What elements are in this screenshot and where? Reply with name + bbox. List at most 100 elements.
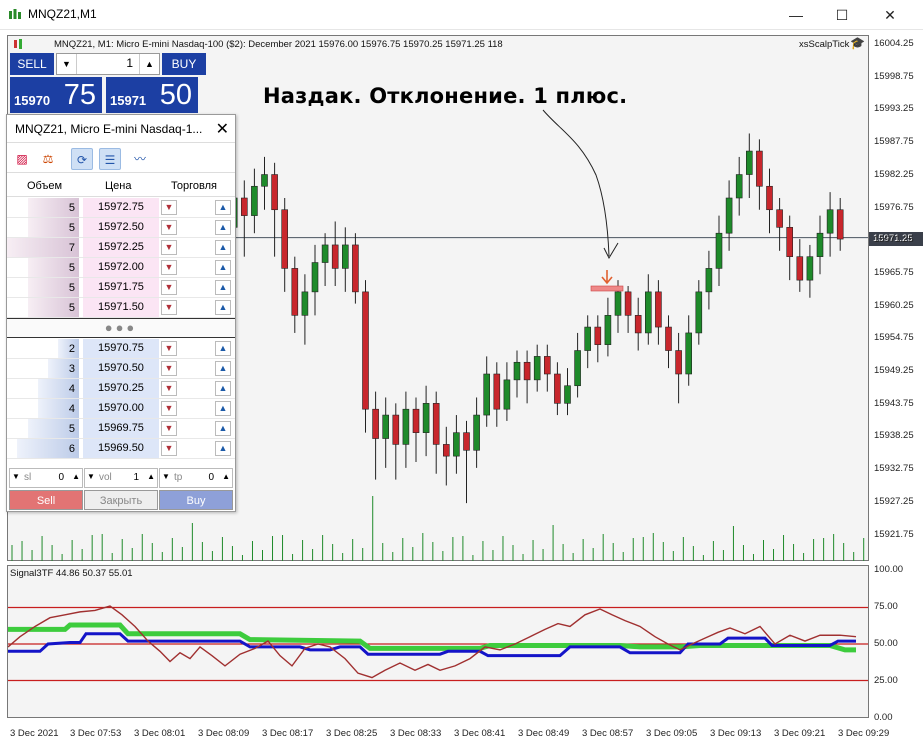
price-value: 15972.50: [83, 218, 159, 237]
chevron-down-icon[interactable]: ▼: [161, 260, 177, 275]
chevron-down-icon[interactable]: ▼: [161, 200, 177, 215]
chevron-up-icon[interactable]: ▲: [215, 240, 231, 255]
chevron-up-icon[interactable]: ▲: [215, 260, 231, 275]
time-axis-tick: 3 Dec 09:29: [838, 728, 890, 739]
chevron-down-icon[interactable]: ▼: [57, 54, 77, 74]
ask-row[interactable]: 5 15971.50 ▼ ▲: [7, 298, 235, 318]
chevron-up-icon[interactable]: ▲: [147, 472, 155, 481]
volume-value: 7: [68, 242, 75, 254]
chevron-up-icon[interactable]: ▲: [215, 280, 231, 295]
chevron-down-icon[interactable]: ▼: [161, 401, 177, 416]
candle-body: [513, 361, 521, 381]
depth-grid-icon[interactable]: ☰: [99, 148, 121, 170]
chevron-down-icon[interactable]: ▼: [161, 341, 177, 356]
candle-body: [604, 315, 612, 345]
chevron-up-icon[interactable]: ▲: [215, 341, 231, 356]
candle-body: [715, 232, 723, 269]
chevron-up-icon[interactable]: ▲: [72, 472, 80, 481]
chevron-up-icon[interactable]: ▲: [222, 472, 230, 481]
bid-row[interactable]: 6 15969.50 ▼ ▲: [7, 439, 235, 459]
chevron-down-icon[interactable]: ▼: [87, 472, 95, 481]
chevron-up-icon[interactable]: ▲: [139, 54, 159, 74]
chevron-down-icon[interactable]: ▼: [162, 472, 170, 481]
chevron-up-icon[interactable]: ▲: [215, 200, 231, 215]
vol-label: vol: [99, 472, 112, 483]
time-axis-tick: 3 Dec 09:21: [774, 728, 826, 739]
chevron-down-icon[interactable]: ▼: [161, 381, 177, 396]
chevron-up-icon[interactable]: ▲: [215, 361, 231, 376]
chevron-up-icon[interactable]: ▲: [215, 421, 231, 436]
bid-row[interactable]: 5 15969.75 ▼ ▲: [7, 419, 235, 439]
bid-row[interactable]: 4 15970.25 ▼ ▲: [7, 379, 235, 399]
chevron-up-icon[interactable]: ▲: [215, 300, 231, 315]
chevron-down-icon[interactable]: ▼: [161, 441, 177, 456]
tp-stepper[interactable]: ▼ tp 0 ▲: [159, 468, 233, 488]
price-axis-tick: 15993.25: [874, 103, 914, 115]
sell-top-button[interactable]: SELL: [10, 53, 54, 75]
signal-chart-icon[interactable]: 〰: [129, 148, 151, 170]
chart-annotation: Наздак. Отклонение. 1 плюс.: [263, 84, 628, 108]
ask-row[interactable]: 5 15972.75 ▼ ▲: [7, 198, 235, 218]
chevron-down-icon[interactable]: ▼: [161, 421, 177, 436]
candle-body: [533, 356, 541, 381]
candle-body: [614, 291, 622, 316]
tp-value[interactable]: 0: [208, 472, 214, 483]
chevron-down-icon[interactable]: ▼: [161, 240, 177, 255]
chevron-down-icon[interactable]: ▼: [161, 300, 177, 315]
ask-row[interactable]: 7 15972.25 ▼ ▲: [7, 238, 235, 258]
chart-view-icon[interactable]: ▨: [11, 148, 33, 170]
price-axis-tick: 15949.25: [874, 365, 914, 376]
chevron-down-icon[interactable]: ▼: [161, 280, 177, 295]
price-axis-tick: 15976.75: [874, 201, 914, 213]
sell-price-button[interactable]: 15970 75: [10, 77, 102, 113]
candle-body: [503, 379, 511, 410]
one-click-icon[interactable]: ⟳: [71, 148, 93, 170]
dom-titlebar[interactable]: MNQZ21, Micro E-mini Nasdaq-1... ✕: [7, 115, 235, 143]
price-value: 15970.00: [83, 399, 159, 418]
vol-stepper[interactable]: ▼ vol 1 ▲: [84, 468, 158, 488]
chevron-down-icon[interactable]: ▼: [161, 220, 177, 235]
sl-value[interactable]: 0: [58, 472, 64, 483]
bid-row[interactable]: 4 15970.00 ▼ ▲: [7, 399, 235, 419]
volume-value: 5: [68, 222, 75, 234]
price-value: 15972.75: [83, 198, 159, 217]
sl-stepper[interactable]: ▼ sl 0 ▲: [9, 468, 83, 488]
candle-body: [523, 361, 531, 381]
close-icon[interactable]: ✕: [216, 119, 229, 139]
candle-body: [705, 268, 713, 293]
ask-row[interactable]: 5 15972.00 ▼ ▲: [7, 258, 235, 278]
candle-body: [756, 150, 763, 187]
bid-row[interactable]: 2 15970.75 ▼ ▲: [7, 339, 235, 359]
bid-row[interactable]: 3 15970.50 ▼ ▲: [7, 359, 235, 379]
dom-close-position-button[interactable]: Закрыть: [84, 490, 158, 510]
chevron-down-icon[interactable]: ▼: [12, 472, 20, 481]
volume-value: 5: [68, 202, 75, 214]
dom-sell-button[interactable]: Sell: [9, 490, 83, 510]
ticks-icon[interactable]: ⚖: [37, 148, 59, 170]
candle-body: [594, 326, 602, 345]
candle-body: [624, 291, 632, 316]
buy-top-button[interactable]: BUY: [162, 53, 206, 75]
volume-value: 4: [68, 383, 75, 395]
candle-body: [251, 185, 258, 216]
ask-row[interactable]: 5 15971.75 ▼ ▲: [7, 278, 235, 298]
chevron-up-icon[interactable]: ▲: [215, 381, 231, 396]
chevron-up-icon[interactable]: ▲: [215, 220, 231, 235]
ask-row[interactable]: 5 15972.50 ▼ ▲: [7, 218, 235, 238]
chevron-up-icon[interactable]: ▲: [215, 401, 231, 416]
price-axis-tick: 15927.25: [874, 495, 914, 507]
candle-body: [261, 174, 268, 187]
vol-value[interactable]: 1: [133, 472, 139, 483]
price-value: 15969.75: [83, 419, 159, 438]
indicator-axis-tick: 50.00: [874, 638, 898, 649]
lot-quantity-field[interactable]: ▼ 1 ▲: [56, 53, 160, 75]
volume-value: 2: [68, 343, 75, 355]
price-axis-tick: 15938.25: [874, 430, 914, 442]
chevron-down-icon[interactable]: ▼: [161, 361, 177, 376]
lot-quantity-value[interactable]: 1: [79, 56, 137, 70]
dom-buy-button[interactable]: Buy: [159, 490, 233, 510]
candle-body: [483, 373, 491, 416]
chevron-up-icon[interactable]: ▲: [215, 441, 231, 456]
candle-body: [321, 244, 329, 263]
buy-price-button[interactable]: 15971 50: [106, 77, 198, 113]
